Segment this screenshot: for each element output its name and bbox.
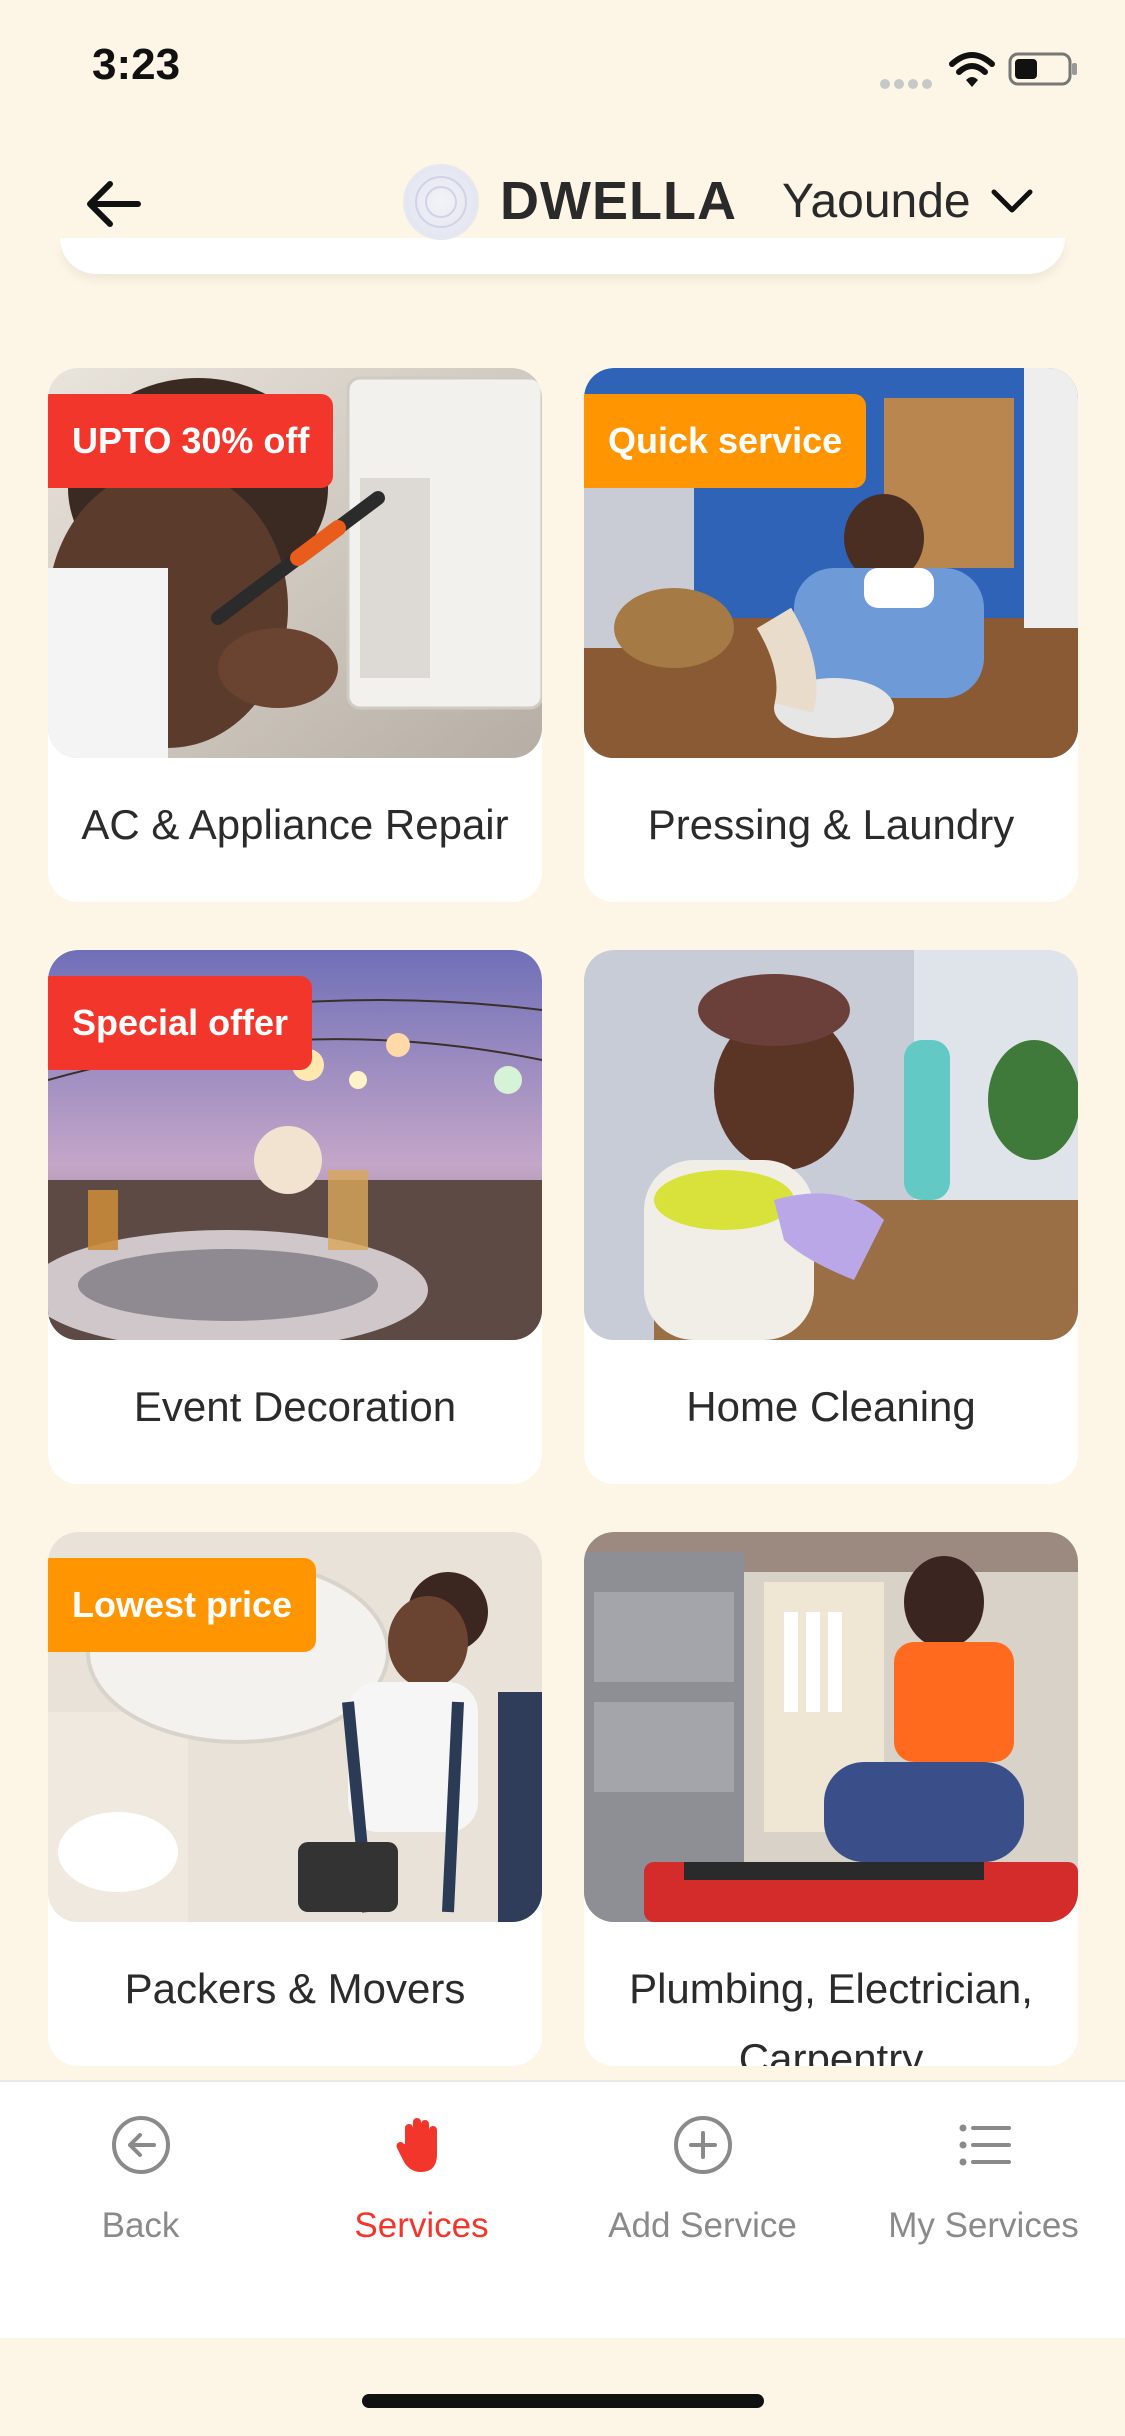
home-indicator [362,2394,764,2408]
service-title: Home Cleaning [686,1383,976,1430]
arrow-left-circle-icon [112,2116,170,2174]
service-title: AC & Appliance Repair [81,801,509,848]
back-arrow-icon[interactable] [82,172,146,236]
tab-back[interactable]: Back [0,2082,281,2338]
chevron-down-icon[interactable] [990,186,1034,218]
bottom-tab-bar: Back Services Add Service My Services [0,2080,1125,2338]
status-time: 3:23 [92,40,181,89]
hand-icon [396,2118,437,2172]
city-selector-label[interactable]: Yaounde [782,174,971,229]
tab-label: My Services [888,2206,1079,2245]
quick-service-badge: Quick service [584,394,867,488]
service-title: Packers & Movers [124,1965,466,2012]
plumbing-photo [584,1532,1078,1922]
list-icon [959,2124,1011,2166]
lowest-price-badge: Lowest price [48,1558,317,1652]
tab-services[interactable]: Services [281,2082,562,2338]
battery-icon [1008,52,1077,86]
tab-label: Back [101,2206,180,2245]
service-card-home-cleaning[interactable]: Home Cleaning [584,950,1078,1484]
app-header: DWELLA Yaounde [0,150,1125,260]
tab-label: Add Service [608,2206,797,2245]
cellular-signal-icon [880,76,936,89]
wifi-icon [949,52,995,87]
brand-name: DWELLA [500,171,737,231]
status-bar: 3:23 [0,0,1125,130]
service-card-plumbing[interactable]: Plumbing, Electrician, Carpentry [584,1532,1078,2066]
service-card-ac-repair[interactable]: UPTO 30% off AC & Appliance Repair [48,368,542,902]
service-title: Event Decoration [133,1383,457,1430]
plus-circle-icon [674,2116,732,2174]
discount-badge: UPTO 30% off [48,394,334,488]
service-card-event-decoration[interactable]: Special offer Event Decoration [48,950,542,1484]
service-card-packers-movers[interactable]: Lowest price Packers & Movers [48,1532,542,2066]
logo-icon [403,164,479,240]
tab-add-service[interactable]: Add Service [562,2082,843,2338]
special-offer-badge: Special offer [48,976,313,1070]
home-cleaning-photo [584,950,1078,1340]
tab-label: Services [354,2206,489,2245]
service-title: Pressing & Laundry [647,801,1015,848]
service-title: Plumbing, Electrician, Carpentry [629,1965,1033,2066]
service-card-laundry[interactable]: Quick service Pressing & Laundry [584,368,1078,902]
tab-my-services[interactable]: My Services [843,2082,1124,2338]
